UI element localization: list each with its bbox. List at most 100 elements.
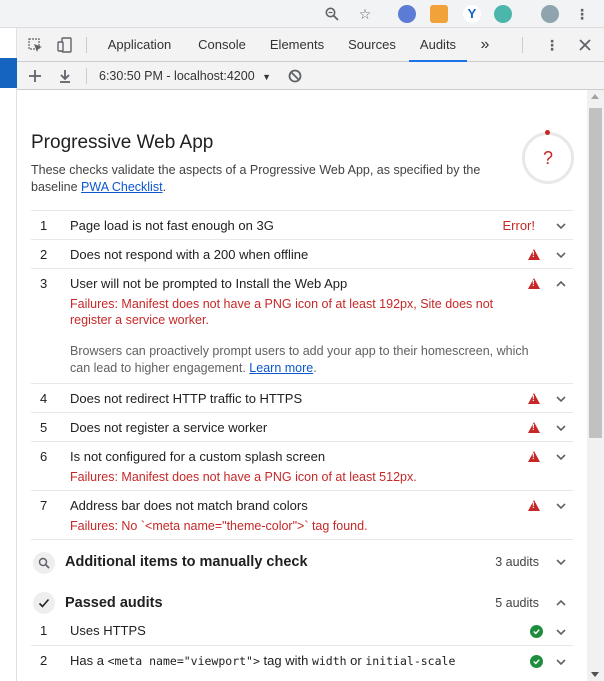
audit-number: 1 xyxy=(40,623,48,638)
tab-console[interactable]: Console xyxy=(189,28,255,62)
audit-title: Does not register a service worker xyxy=(70,420,268,435)
audit-number: 1 xyxy=(40,218,48,233)
devtools-tab-bar: Application Console Elements Sources Aud… xyxy=(17,28,604,62)
scroll-up-arrow[interactable] xyxy=(591,94,599,99)
group-title: Passed audits xyxy=(65,595,163,611)
new-audit-icon[interactable] xyxy=(26,67,44,85)
audit-title: Has a <meta name="viewport"> tag with wi… xyxy=(70,653,455,668)
browser-toolbar: ☆ Y ⋮ xyxy=(0,0,604,28)
group-title: Additional items to manually check xyxy=(65,554,308,570)
audit-number: 3 xyxy=(40,276,48,291)
divider xyxy=(86,37,87,53)
audit-title: Uses HTTPS xyxy=(70,623,146,638)
pass-check-icon xyxy=(530,655,543,668)
audit-row[interactable]: 2 Has a <meta name="viewport"> tag with … xyxy=(31,645,573,681)
category-title: Progressive Web App xyxy=(31,132,214,153)
audit-number: 5 xyxy=(40,420,48,435)
warning-icon xyxy=(528,422,540,433)
report-select-label: 6:30:50 PM - localhost:4200 xyxy=(99,69,255,83)
manual-checks-group[interactable]: Additional items to manually check 3 aud… xyxy=(31,539,573,579)
warning-icon xyxy=(528,278,540,289)
chevron-down-icon[interactable] xyxy=(555,656,567,668)
page-viewport xyxy=(0,28,17,681)
tab-elements[interactable]: Elements xyxy=(261,28,333,62)
help-text-end: . xyxy=(313,361,317,375)
audit-count: 5 audits xyxy=(495,596,539,610)
audit-number: 2 xyxy=(40,247,48,262)
audit-row[interactable]: 6 Is not configured for a custom splash … xyxy=(31,441,573,490)
download-report-icon[interactable] xyxy=(56,67,74,85)
chevron-down-icon[interactable] xyxy=(555,422,567,434)
audit-number: 4 xyxy=(40,391,48,406)
clear-all-icon[interactable] xyxy=(286,67,304,85)
audit-row[interactable]: 2 Does not respond with a 200 when offli… xyxy=(31,239,573,268)
category-description: These checks validate the aspects of a P… xyxy=(31,162,516,196)
divider xyxy=(86,68,87,84)
title-text: or xyxy=(346,653,366,668)
title-text: tag with xyxy=(259,653,312,668)
title-text: Has a xyxy=(70,653,108,668)
chevron-down-icon[interactable] xyxy=(555,220,567,232)
audit-title: Is not configured for a custom splash sc… xyxy=(70,449,326,464)
audit-number: 6 xyxy=(40,449,48,464)
more-tabs-button[interactable]: » xyxy=(475,28,495,62)
chevron-up-icon[interactable] xyxy=(555,597,567,609)
devtools-menu-icon[interactable]: ⋮ xyxy=(543,36,561,54)
chevron-down-icon[interactable] xyxy=(555,249,567,261)
gauge-indicator xyxy=(545,130,550,135)
extension-icon[interactable]: Y xyxy=(463,5,481,23)
audit-help-text: Browsers can proactively prompt users to… xyxy=(70,343,540,377)
chevron-down-icon: ▼ xyxy=(262,72,272,82)
score-gauge: ? xyxy=(522,132,574,184)
bookmark-star-icon[interactable]: ☆ xyxy=(355,4,375,24)
inspect-element-icon[interactable] xyxy=(26,36,44,54)
divider xyxy=(522,37,523,53)
close-icon[interactable] xyxy=(576,36,594,54)
chevron-down-icon[interactable] xyxy=(555,393,567,405)
audit-failure-text: Failures: Manifest does not have a PNG i… xyxy=(70,470,417,484)
tab-application[interactable]: Application xyxy=(96,28,183,62)
audit-title: Page load is not fast enough on 3G xyxy=(70,218,274,233)
tab-sources[interactable]: Sources xyxy=(339,28,405,62)
tab-audits[interactable]: Audits xyxy=(409,28,467,62)
profile-avatar[interactable] xyxy=(541,5,559,23)
passed-audits-group[interactable]: Passed audits 5 audits xyxy=(31,579,573,621)
browser-menu-icon[interactable]: ⋮ xyxy=(572,4,592,24)
audit-title: Does not redirect HTTP traffic to HTTPS xyxy=(70,391,303,406)
audit-title: Address bar does not match brand colors xyxy=(70,498,308,513)
audit-row-expanded[interactable]: 3 User will not be prompted to Install t… xyxy=(31,268,573,383)
audit-title: Does not respond with a 200 when offline xyxy=(70,247,309,262)
warning-icon xyxy=(528,451,540,462)
learn-more-link[interactable]: Learn more xyxy=(249,361,313,375)
pass-check-icon xyxy=(530,625,543,638)
score-symbol: ? xyxy=(542,147,553,168)
scrollbar-thumb[interactable] xyxy=(589,108,602,438)
zoom-icon[interactable] xyxy=(322,4,342,24)
device-toolbar-icon[interactable] xyxy=(56,36,74,54)
report-select[interactable]: 6:30:50 PM - localhost:4200 ▼ xyxy=(99,62,271,90)
pwa-checklist-link[interactable]: PWA Checklist xyxy=(81,180,163,194)
extension-icon[interactable] xyxy=(494,5,512,23)
description-end: . xyxy=(162,180,167,194)
checkmark-icon xyxy=(33,592,55,614)
extension-icon[interactable] xyxy=(398,5,416,23)
warning-icon xyxy=(528,500,540,511)
vertical-scrollbar[interactable] xyxy=(587,90,604,681)
chevron-down-icon[interactable] xyxy=(555,500,567,512)
chevron-down-icon[interactable] xyxy=(555,451,567,463)
chevron-down-icon[interactable] xyxy=(555,556,567,568)
audit-failure-text: Failures: Manifest does not have a PNG i… xyxy=(70,297,494,327)
audit-row[interactable]: 1 Page load is not fast enough on 3G Err… xyxy=(31,210,573,239)
chevron-up-icon[interactable] xyxy=(555,278,567,290)
audit-row[interactable]: 5 Does not register a service worker xyxy=(31,412,573,441)
code-snippet: initial-scale xyxy=(365,654,456,668)
audit-title: User will not be prompted to Install the… xyxy=(70,276,348,291)
error-status: Error! xyxy=(502,218,536,233)
audit-row[interactable]: 7 Address bar does not match brand color… xyxy=(31,490,573,539)
audit-number: 2 xyxy=(40,653,48,668)
extension-icon[interactable] xyxy=(430,5,448,23)
chevron-down-icon[interactable] xyxy=(555,626,567,638)
audit-row[interactable]: 4 Does not redirect HTTP traffic to HTTP… xyxy=(31,383,573,412)
audit-number: 7 xyxy=(40,498,48,513)
scroll-down-arrow[interactable] xyxy=(591,672,599,677)
